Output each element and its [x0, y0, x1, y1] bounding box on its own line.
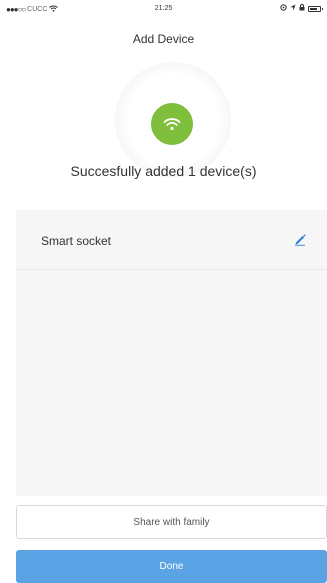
- success-message: Succesfully added 1 device(s): [70, 163, 257, 179]
- status-time: 21:25: [154, 5, 173, 12]
- device-list: Smart socket: [16, 210, 327, 496]
- device-name: Smart socket: [41, 234, 112, 248]
- list-item[interactable]: Smart socket: [16, 210, 327, 270]
- page-title: Add Device: [132, 32, 195, 46]
- status-right: [280, 4, 323, 13]
- location-icon: [280, 4, 287, 13]
- success-badge: [151, 103, 193, 145]
- wifi-icon: [163, 118, 181, 131]
- done-button[interactable]: Done: [16, 550, 327, 583]
- pencil-icon[interactable]: [293, 232, 307, 246]
- lock-icon: [299, 4, 305, 13]
- arrow-icon: [290, 4, 296, 13]
- status-bar: ●●●○○ CUCC 21:25: [0, 0, 327, 18]
- add-device-screen: ●●●○○ CUCC 21:25 Add Device Succesfully …: [0, 0, 327, 583]
- battery-level: [310, 7, 317, 10]
- share-with-family-button[interactable]: Share with family: [16, 505, 327, 539]
- battery-icon: [308, 5, 323, 12]
